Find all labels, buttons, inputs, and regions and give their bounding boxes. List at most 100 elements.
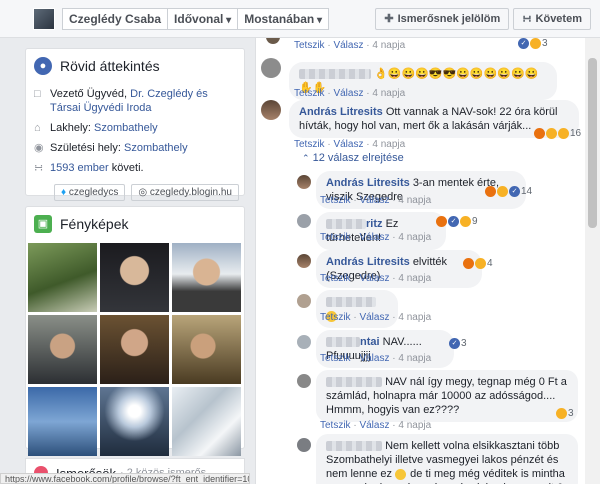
like-link[interactable]: Tetszik: [320, 353, 351, 364]
comment-time: 4 napja: [372, 88, 406, 99]
reaction-summary[interactable]: ✓ 3: [518, 38, 548, 49]
photo-thumb[interactable]: [28, 243, 97, 312]
avatar[interactable]: [261, 100, 281, 120]
twitter-icon: ♦: [61, 187, 67, 198]
like-link[interactable]: Tetszik: [294, 40, 325, 51]
comment-meta: Tetszik · Válasz · 4 napja: [320, 353, 432, 364]
photos-title[interactable]: Fényképek: [60, 216, 128, 232]
web-icon: ◎: [138, 187, 148, 198]
photo-thumb[interactable]: [172, 387, 241, 456]
like-reaction-icon: ✓: [509, 186, 520, 197]
twitter-handle: czegledycs: [68, 187, 119, 198]
avatar[interactable]: [297, 214, 311, 228]
avatar[interactable]: [266, 38, 280, 44]
sad-reaction-icon: [546, 128, 557, 139]
blurred-name: [326, 377, 382, 388]
reply-link[interactable]: Válasz: [359, 232, 389, 243]
follow-button[interactable]: ∺ Követem: [513, 8, 591, 30]
photo-thumb[interactable]: [172, 315, 241, 384]
like-link[interactable]: Tetszik: [294, 88, 325, 99]
chevron-up-icon: ⌃: [302, 153, 310, 163]
scrollbar[interactable]: [585, 38, 600, 484]
reply-link[interactable]: Válasz: [333, 88, 363, 99]
comment-time: 4 napja: [398, 420, 432, 431]
reaction-count: 3: [542, 38, 548, 49]
comment-meta: Tetszik · Válasz · 4 napja: [320, 195, 432, 206]
blurred-name: [326, 337, 360, 348]
avatar[interactable]: [297, 254, 311, 268]
born-link[interactable]: Szombathely: [124, 142, 188, 154]
blog-chip[interactable]: ◎ czegledy.blogin.hu: [131, 184, 239, 201]
comment-time: 4 napja: [398, 232, 432, 243]
photo-thumb[interactable]: [172, 243, 241, 312]
reaction-summary[interactable]: ✓ 14: [485, 186, 532, 197]
photos-card: ▣ Fényképek: [25, 206, 245, 456]
reaction-count: 9: [472, 216, 478, 227]
sad-reaction-icon: [475, 258, 486, 269]
scrollbar-thumb[interactable]: [588, 58, 597, 228]
commenter-name[interactable]: András Litresits: [326, 256, 410, 268]
like-reaction-icon: ✓: [449, 338, 460, 349]
reply-link[interactable]: Válasz: [359, 195, 389, 206]
reaction-count: 4: [487, 258, 493, 269]
like-link[interactable]: Tetszik: [320, 420, 351, 431]
profile-avatar-thumb[interactable]: [33, 8, 55, 30]
intro-born: ◉ Születési hely: Szombathely: [26, 138, 244, 158]
profile-name-tab[interactable]: Czeglédy Csaba: [62, 8, 169, 30]
reply-link[interactable]: Válasz: [359, 273, 389, 284]
avatar[interactable]: [297, 294, 311, 308]
commenter-name-suffix[interactable]: ritz: [366, 218, 383, 230]
photo-thumb[interactable]: [28, 315, 97, 384]
like-link[interactable]: Tetszik: [320, 195, 351, 206]
reply-link[interactable]: Válasz: [333, 139, 363, 150]
reaction-summary[interactable]: 16: [534, 128, 581, 139]
like-link[interactable]: Tetszik: [320, 312, 351, 323]
job-prefix: Vezető Ügyvéd,: [50, 88, 128, 100]
commenter-name[interactable]: András Litresits: [326, 177, 410, 189]
reaction-summary[interactable]: ✓ 3: [449, 338, 467, 349]
like-link[interactable]: Tetszik: [294, 139, 325, 150]
profile-topbar: Czeglédy Csaba Idővonal Mostanában ✚Isme…: [0, 0, 600, 38]
comment-time: 4 napja: [398, 312, 432, 323]
reaction-summary[interactable]: 4: [463, 258, 493, 269]
avatar[interactable]: [297, 374, 311, 388]
profile-nav: Czeglédy Csaba Idővonal Mostanában: [62, 8, 330, 30]
reply-link[interactable]: Válasz: [333, 40, 363, 51]
reply-link[interactable]: Válasz: [359, 312, 389, 323]
recent-tab[interactable]: Mostanában: [237, 8, 330, 30]
comment-time: 4 napja: [398, 353, 432, 364]
hide-replies-label: 12 válasz elrejtése: [312, 152, 404, 164]
like-link[interactable]: Tetszik: [320, 232, 351, 243]
reaction-summary[interactable]: 3: [556, 408, 574, 419]
photo-icon: ▣: [34, 215, 52, 233]
photo-thumb[interactable]: [100, 387, 169, 456]
commenter-name[interactable]: András Litresits: [299, 106, 383, 118]
add-friend-icon: ✚: [384, 13, 394, 25]
reaction-summary[interactable]: ✓ 9: [436, 216, 478, 227]
sad-reaction-icon: [497, 186, 508, 197]
commenter-name-suffix[interactable]: ntai: [360, 336, 380, 348]
add-friend-button[interactable]: ✚ Ismerősnek jelölöm: [375, 8, 510, 30]
comment-meta: Tetszik · Válasz · 4 napja: [320, 420, 432, 431]
lives-link[interactable]: Szombathely: [94, 122, 158, 134]
reaction-count: 3: [461, 338, 467, 349]
avatar[interactable]: [261, 58, 281, 78]
photo-thumb[interactable]: [28, 387, 97, 456]
reply-bubble: NAV nál így megy, tegnap még 0 Ft a szám…: [316, 370, 578, 422]
avatar[interactable]: [297, 335, 311, 349]
born-prefix: Születési hely:: [50, 142, 121, 154]
hide-replies-link[interactable]: ⌃ 12 válasz elrejtése: [302, 152, 404, 164]
photo-thumb[interactable]: [100, 315, 169, 384]
followers-link[interactable]: 1593 ember: [50, 162, 109, 174]
like-link[interactable]: Tetszik: [320, 273, 351, 284]
reply-link[interactable]: Válasz: [359, 353, 389, 364]
avatar[interactable]: [297, 438, 311, 452]
twitter-chip[interactable]: ♦ czegledycs: [54, 184, 126, 201]
avatar[interactable]: [297, 175, 311, 189]
photo-thumb[interactable]: [100, 243, 169, 312]
intro-lives: ⌂ Lakhely: Szombathely: [26, 118, 244, 138]
timeline-tab[interactable]: Idővonal: [167, 8, 239, 30]
intro-followers: ∺ 1593 ember követi.: [26, 158, 244, 178]
reply-link[interactable]: Válasz: [359, 420, 389, 431]
sad-reaction-icon: [460, 216, 471, 227]
